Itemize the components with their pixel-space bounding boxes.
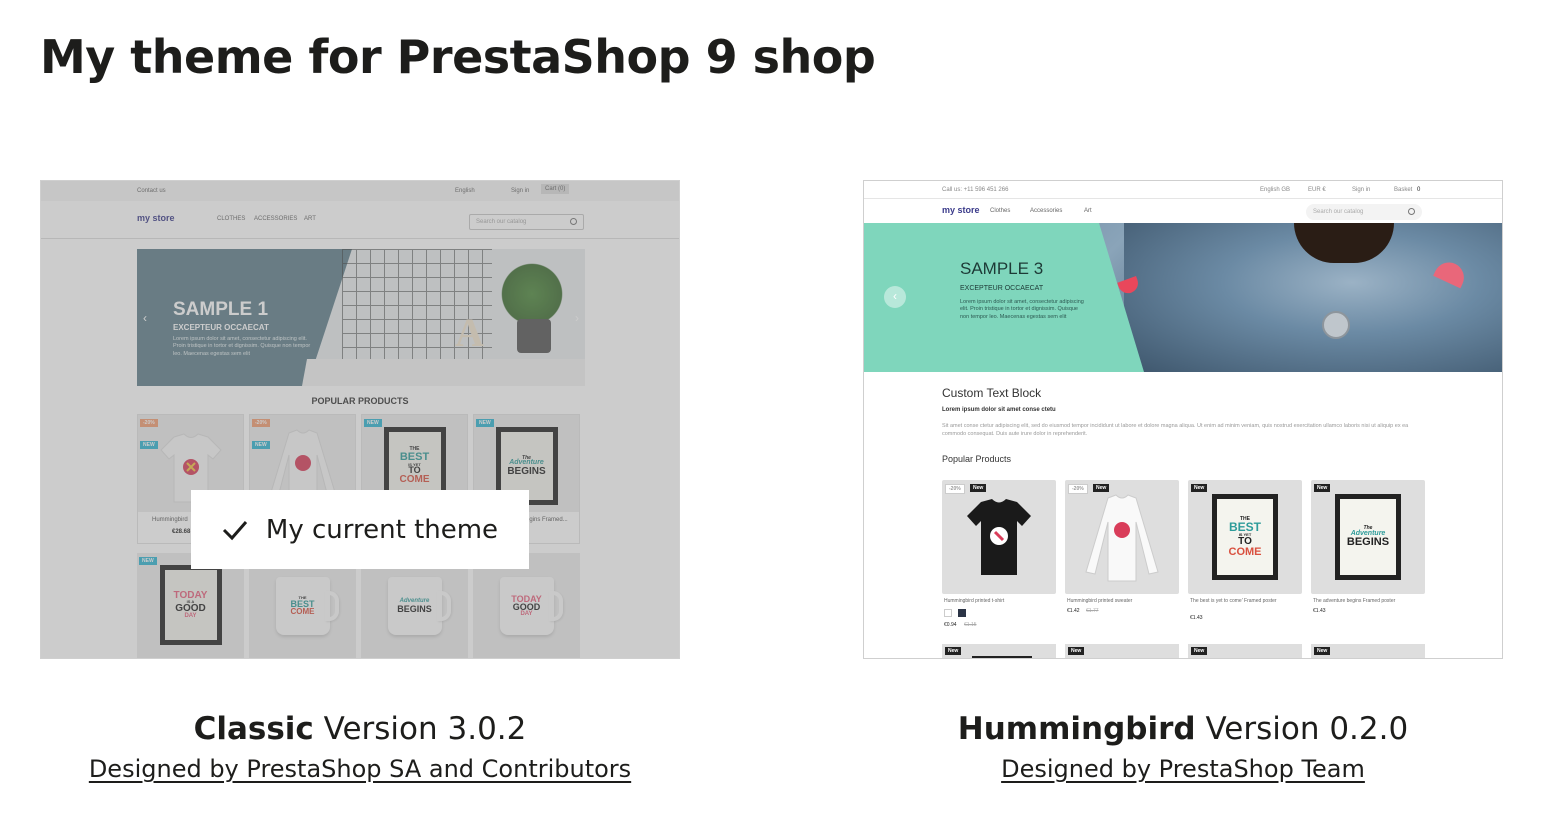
current-theme-label: My current theme	[265, 514, 499, 545]
mini-product-card: New	[1188, 644, 1302, 658]
hummingbird-storefront-screenshot: Call us: +11 596 451 266 English GB EUR …	[864, 181, 1502, 658]
theme-name: Hummingbird	[957, 711, 1196, 747]
mini-search: Search our catalog	[1306, 204, 1422, 220]
theme-preview-classic[interactable]: Contact us English Sign in Cart (0) my s…	[40, 180, 680, 659]
theme-name: Classic	[193, 711, 314, 747]
mini-hero-slider: SAMPLE 3 EXCEPTEUR OCCAECAT Lorem ipsum …	[864, 223, 1502, 372]
theme-author-link[interactable]: Designed by PrestaShop Team	[1001, 755, 1365, 783]
mini-product-card: New	[1311, 644, 1425, 658]
mini-block-text: Sit amet conse ctetur adipiscing elit, s…	[942, 423, 1409, 438]
theme-info-hummingbird: Hummingbird Version 0.2.0 Designed by Pr…	[863, 711, 1503, 783]
check-icon	[222, 520, 248, 540]
mini-slide-title: SAMPLE 3	[960, 259, 1044, 278]
mini-product-card: -20% New	[1065, 480, 1179, 594]
theme-card-classic: Contact us English Sign in Cart (0) my s…	[40, 180, 680, 783]
theme-title: Hummingbird Version 0.2.0	[863, 711, 1503, 747]
mini-menu-2: Accessories	[1030, 208, 1063, 214]
current-theme-overlay	[41, 181, 679, 658]
theme-preview-hummingbird[interactable]: Call us: +11 596 451 266 English GB EUR …	[863, 180, 1503, 659]
mini-phone: Call us: +11 596 451 266	[942, 187, 1009, 193]
mini-product-card: New The Adventure BEGINS	[1311, 480, 1425, 594]
theme-card-hummingbird: Call us: +11 596 451 266 English GB EUR …	[863, 180, 1503, 783]
mini-product-card: -20% New	[942, 480, 1056, 594]
mini-menu-1: Clothes	[990, 208, 1011, 214]
mini-product-card: New	[1065, 644, 1179, 658]
mini-currency: EUR €	[1308, 187, 1326, 193]
current-theme-badge: My current theme	[191, 490, 529, 569]
mini-block-subtitle: Lorem ipsum dolor sit amet conse ctetu	[942, 407, 1056, 413]
mini-slide-subtitle: EXCEPTEUR OCCAECAT	[960, 285, 1044, 292]
mini-section-title: Popular Products	[942, 454, 1012, 464]
mini-language: English GB	[1260, 187, 1291, 193]
theme-info-classic: Classic Version 3.0.2 Designed by Presta…	[40, 711, 680, 783]
page-title: My theme for PrestaShop 9 shop	[40, 30, 876, 84]
mini-menu-3: Art	[1084, 208, 1092, 214]
mini-logo: my store	[942, 205, 980, 215]
mini-sign-in: Sign in	[1352, 187, 1371, 193]
theme-author-link[interactable]: Designed by PrestaShop SA and Contributo…	[89, 755, 631, 783]
theme-version: Version 3.0.2	[323, 711, 527, 747]
mini-basket: Basket	[1394, 187, 1413, 193]
mini-slide-prev-icon: ‹	[884, 286, 906, 308]
theme-version: Version 0.2.0	[1205, 711, 1409, 747]
mini-slide-text: Lorem ipsum dolor sit amet, consectetur …	[960, 299, 1084, 320]
mini-product-card: New	[942, 644, 1056, 658]
mini-block-title: Custom Text Block	[942, 386, 1042, 400]
mini-basket-count: 0	[1417, 187, 1421, 193]
mini-product-card: New THE BEST IS YET TO COME	[1188, 480, 1302, 594]
theme-title: Classic Version 3.0.2	[40, 711, 680, 747]
